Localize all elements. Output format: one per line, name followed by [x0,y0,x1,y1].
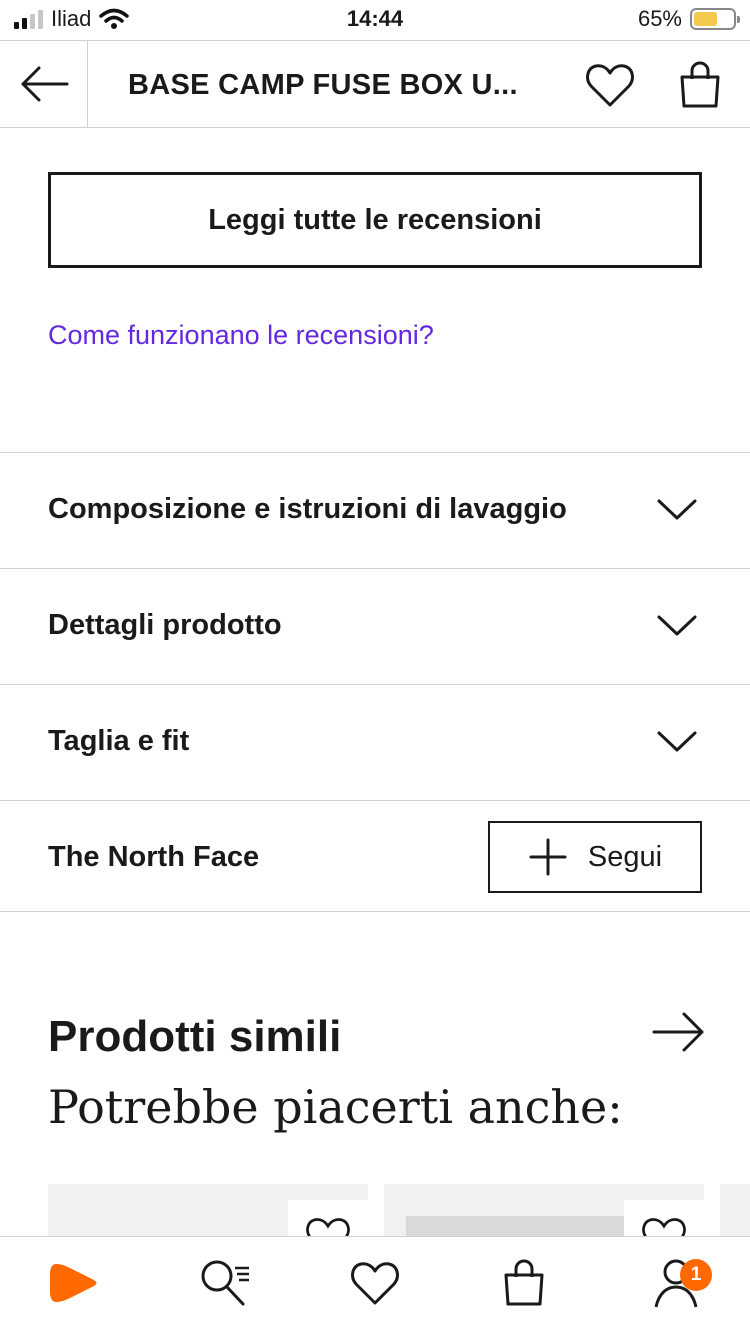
heart-icon [351,1262,399,1305]
bottom-tab-bar: 1 [0,1236,750,1334]
product-card-peek[interactable] [720,1184,750,1244]
read-all-reviews-button[interactable]: Leggi tutte le recensioni [48,172,702,268]
similar-products-title: Prodotti simili [48,1012,342,1061]
heart-icon [586,64,634,107]
tab-profile[interactable]: 1 [646,1253,712,1313]
chevron-down-icon [657,615,697,636]
section-label: Composizione e istruzioni di lavaggio [48,493,567,525]
product-card[interactable] [48,1184,368,1244]
tab-cart[interactable] [494,1253,554,1313]
section-composition[interactable]: Composizione e istruzioni di lavaggio [0,452,750,568]
battery-icon [690,8,740,30]
similar-products-subtitle: Potrebbe piacerti anche: [48,1080,623,1134]
back-button[interactable] [0,41,88,127]
section-label: Taglia e fit [48,725,190,757]
page-title: BASE CAMP FUSE BOX U... [128,69,518,101]
chevron-down-icon [657,731,697,752]
follow-brand-button[interactable]: Segui [488,821,702,893]
notification-badge: 1 [680,1259,712,1291]
tab-wishlist[interactable] [345,1253,405,1313]
status-right: 65% [637,6,740,32]
status-bar: Iliad 14:44 65% [0,0,750,40]
how-reviews-work-link[interactable]: Come funzionano le recensioni? [48,320,434,351]
plus-icon [529,838,567,876]
tab-search[interactable] [196,1253,256,1313]
top-header: BASE CAMP FUSE BOX U... [0,40,750,128]
section-label: Dettagli prodotto [48,609,282,641]
brand-row: The North Face Segui [0,800,750,912]
follow-label: Segui [587,840,663,873]
cart-button[interactable] [672,59,728,111]
wishlist-button[interactable] [582,59,638,111]
arrow-right-icon[interactable] [652,1010,706,1054]
search-icon [201,1260,249,1306]
product-card[interactable] [384,1184,704,1244]
battery-percent: 65% [637,6,682,31]
brand-name: The North Face [48,841,260,873]
shopping-bag-icon [680,61,720,108]
section-product-details[interactable]: Dettagli prodotto [0,568,750,684]
shopping-bag-icon [504,1259,544,1306]
zalando-logo-icon [50,1264,97,1302]
chevron-down-icon [657,499,697,520]
arrow-left-icon [21,66,68,102]
section-size-fit[interactable]: Taglia e fit [0,684,750,800]
tab-home[interactable] [44,1253,104,1313]
